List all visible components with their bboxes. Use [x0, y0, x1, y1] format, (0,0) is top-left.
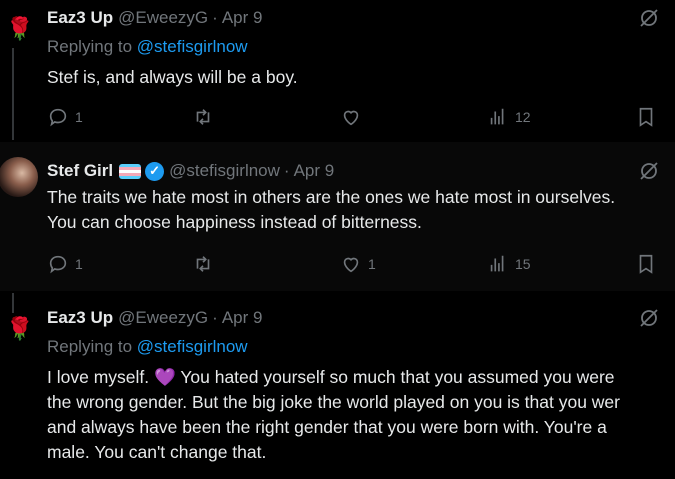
tweet-text-line: the wrong gender. But the big joke the w…	[47, 392, 620, 412]
tweet-1[interactable]: 🌹 Eaz3 Up @EweezyG · Apr 9 Replying to @…	[0, 0, 675, 140]
replying-to: Replying to @stefisgirlnow	[47, 37, 248, 57]
tweet-text-line: male. You can't change that.	[47, 442, 267, 462]
avatar[interactable]	[0, 157, 40, 197]
retweet-icon	[196, 256, 210, 272]
action-bar: 1 1 15	[47, 252, 675, 276]
separator: ·	[283, 161, 290, 180]
tweet-date[interactable]: Apr 9	[222, 308, 263, 328]
views-button[interactable]: 12	[487, 105, 531, 129]
tweet-text-line: You can choose happiness instead of bitt…	[47, 212, 422, 232]
tweet-text-segment: You hated yourself so much that you assu…	[180, 367, 615, 387]
bookmark-button[interactable]	[635, 252, 657, 276]
tweet-text: The traits we hate most in others are th…	[47, 185, 675, 235]
tweet-date[interactable]: Apr 9	[222, 8, 263, 28]
view-count: 12	[515, 109, 531, 125]
separator: ·	[212, 8, 218, 27]
like-count: 1	[368, 256, 376, 272]
reply-count: 1	[75, 256, 83, 272]
avatar[interactable]: 🌹	[0, 309, 40, 349]
reply-button[interactable]: 1	[47, 252, 83, 276]
author-handle[interactable]: @EweezyG	[118, 308, 208, 328]
author-name[interactable]: Eaz3 Up	[47, 308, 113, 328]
author-name[interactable]: Stef Girl	[47, 161, 113, 181]
grok-slash-icon[interactable]	[637, 6, 661, 30]
grok-slash-icon[interactable]	[637, 159, 661, 183]
tweet-date[interactable]: Apr 9	[294, 161, 335, 181]
verified-badge-icon[interactable]: ✓	[145, 161, 165, 181]
reply-button[interactable]: 1	[47, 105, 83, 129]
views-icon	[490, 108, 504, 125]
author-handle[interactable]: @stefisgirlnow	[169, 161, 280, 181]
thread-line	[12, 48, 14, 140]
tweet-text-line: I love myself. 💜 You hated yourself so m…	[47, 365, 675, 390]
views-icon	[490, 255, 504, 272]
like-button[interactable]: 1	[340, 252, 376, 276]
replying-to: Replying to @stefisgirlnow	[47, 337, 248, 357]
author-name[interactable]: Eaz3 Up	[47, 8, 113, 28]
tweet-text-line: and always have been the right gender th…	[47, 417, 607, 437]
replying-prefix: Replying to	[47, 337, 133, 356]
profile-photo	[0, 157, 38, 197]
bookmark-icon	[639, 254, 653, 274]
like-button[interactable]	[340, 105, 362, 129]
rose-icon: 🌹	[6, 316, 34, 341]
heart-icon	[343, 257, 359, 273]
tweet-text: I love myself. 💜 You hated yourself so m…	[47, 365, 675, 465]
separator: ·	[212, 308, 218, 327]
action-bar: 1 12	[47, 105, 675, 129]
tweet-text-line: The traits we hate most in others are th…	[47, 187, 616, 207]
grok-slash-icon[interactable]	[637, 306, 661, 330]
tweet-text-segment: I love myself.	[47, 367, 154, 387]
retweet-button[interactable]	[192, 105, 214, 129]
bookmark-button[interactable]	[635, 105, 657, 129]
tweet-header: Eaz3 Up @EweezyG · Apr 9	[47, 8, 262, 28]
views-button[interactable]: 15	[487, 252, 531, 276]
tweet-3[interactable]: 🌹 Eaz3 Up @EweezyG · Apr 9 Replying to @…	[0, 293, 675, 479]
replying-handle-link[interactable]: @stefisgirlnow	[137, 337, 248, 356]
transgender-flag-icon	[119, 163, 142, 179]
tweet-text: Stef is, and always will be a boy.	[47, 65, 675, 90]
avatar[interactable]: 🌹	[0, 9, 40, 49]
replying-handle-link[interactable]: @stefisgirlnow	[137, 37, 248, 56]
author-handle[interactable]: @EweezyG	[118, 8, 208, 28]
heart-icon	[343, 110, 359, 126]
purple-heart-emoji-icon: 💜	[153, 367, 176, 387]
reply-icon	[49, 255, 67, 274]
bookmark-icon	[639, 107, 653, 127]
view-count: 15	[515, 256, 531, 272]
tweet-header: Stef Girl ✓ @stefisgirlnow · Apr 9	[47, 161, 334, 181]
reply-count: 1	[75, 109, 83, 125]
tweet-header: Eaz3 Up @EweezyG · Apr 9	[47, 308, 262, 328]
tweet-2[interactable]: Stef Girl ✓ @stefisgirlnow · Apr 9 The t…	[0, 142, 675, 291]
retweet-button[interactable]	[192, 252, 214, 276]
retweet-icon	[196, 109, 210, 125]
reply-icon	[49, 108, 67, 127]
replying-prefix: Replying to	[47, 37, 133, 56]
tweet-text-line: Stef is, and always will be a boy.	[47, 67, 298, 87]
rose-icon: 🌹	[6, 16, 34, 41]
